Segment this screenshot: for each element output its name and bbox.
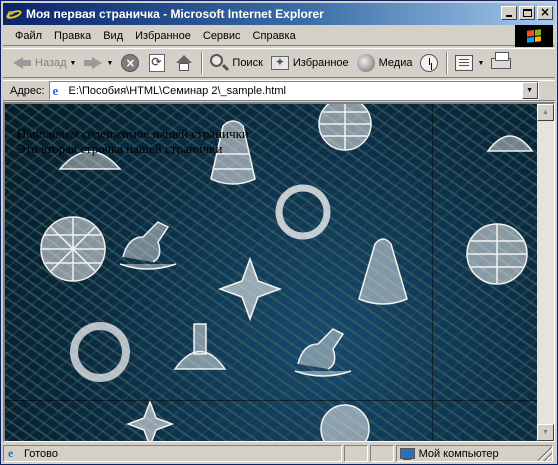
toolbar-separator bbox=[446, 52, 449, 74]
lace-star-ornament bbox=[217, 256, 283, 322]
stop-button[interactable]: × bbox=[117, 51, 143, 75]
address-label: Адрес: bbox=[10, 84, 45, 97]
scroll-down-button[interactable]: ▼ bbox=[537, 424, 554, 441]
lace-wreath-ornament bbox=[275, 184, 331, 240]
history-button[interactable] bbox=[416, 51, 442, 75]
zone-text: Мой компьютер bbox=[418, 447, 499, 460]
forward-arrow-icon bbox=[83, 53, 103, 73]
vertical-scrollbar[interactable]: ▲ ▼ bbox=[537, 104, 554, 441]
lace-ball-ornament bbox=[320, 404, 370, 441]
menu-edit[interactable]: Правка bbox=[48, 27, 97, 45]
page-line-2: Это вторая строчка нашей странички bbox=[17, 141, 223, 156]
menu-tools[interactable]: Сервис bbox=[197, 27, 247, 45]
minimize-icon bbox=[506, 15, 512, 17]
home-icon bbox=[174, 53, 194, 73]
stop-icon: × bbox=[120, 53, 140, 73]
media-button[interactable]: Медиа bbox=[353, 51, 416, 75]
close-icon: × bbox=[539, 5, 551, 19]
page-body-text: Наполняем содержимое нашей странички Это… bbox=[17, 126, 249, 156]
forward-dropdown-icon[interactable]: ▼ bbox=[106, 60, 113, 67]
title-bar[interactable]: e Моя первая страничка - Microsoft Inter… bbox=[3, 3, 555, 25]
search-label: Поиск bbox=[232, 57, 263, 69]
menu-bar: Файл Правка Вид Избранное Сервис Справка bbox=[3, 25, 555, 47]
lace-ball-ornament bbox=[466, 223, 528, 285]
favorites-icon bbox=[270, 53, 290, 73]
content-area: Наполняем содержимое нашей странички Это… bbox=[3, 102, 555, 442]
lace-candle-ornament bbox=[173, 323, 227, 370]
print-icon bbox=[491, 52, 512, 73]
favorites-label: Избранное bbox=[292, 57, 349, 69]
mail-icon bbox=[454, 53, 474, 73]
background-tile-seam bbox=[432, 104, 433, 441]
status-bar: e Готово Мой компьютер bbox=[3, 444, 555, 463]
page-view[interactable]: Наполняем содержимое нашей странички Это… bbox=[5, 104, 538, 441]
search-icon bbox=[209, 53, 229, 73]
lace-ball-ornament bbox=[40, 216, 106, 282]
toolbar: Назад ▼ ▼ × Поиск Избранное Медиа bbox=[3, 48, 555, 78]
address-dropdown-button[interactable]: ▼ bbox=[521, 82, 538, 99]
history-icon bbox=[419, 53, 439, 73]
lace-candle-ornament bbox=[486, 135, 534, 152]
maximize-button[interactable] bbox=[519, 6, 535, 20]
back-arrow-icon bbox=[12, 53, 32, 73]
lace-ball-ornament bbox=[318, 104, 372, 151]
refresh-icon bbox=[147, 53, 167, 73]
lace-wreath-ornament bbox=[70, 322, 130, 382]
lace-star-ornament bbox=[125, 399, 175, 441]
back-button[interactable]: Назад ▼ bbox=[9, 51, 79, 75]
page-done-icon: e bbox=[8, 445, 14, 460]
menu-favorites[interactable]: Избранное bbox=[129, 27, 197, 45]
mail-dropdown-icon[interactable]: ▼ bbox=[477, 60, 484, 67]
status-text: Готово bbox=[24, 447, 58, 460]
page-line-1: Наполняем содержимое нашей странички bbox=[17, 126, 249, 141]
scroll-up-button[interactable]: ▲ bbox=[537, 104, 554, 121]
media-icon bbox=[356, 53, 376, 73]
search-button[interactable]: Поиск bbox=[206, 51, 265, 75]
lace-horse-ornament bbox=[119, 221, 177, 270]
address-input[interactable]: e E:\Пособия\HTML\Семинар 2\_sample.html… bbox=[48, 81, 539, 100]
window-title: Моя первая страничка - Microsoft Interne… bbox=[26, 7, 324, 21]
page-icon: e bbox=[52, 82, 59, 98]
close-button[interactable]: × bbox=[537, 5, 553, 20]
back-label: Назад bbox=[35, 57, 67, 69]
forward-button[interactable]: ▼ bbox=[80, 51, 116, 75]
maximize-icon bbox=[523, 9, 532, 17]
status-panel bbox=[343, 445, 368, 462]
windows-logo bbox=[515, 25, 553, 47]
print-button[interactable] bbox=[488, 51, 514, 75]
menu-view[interactable]: Вид bbox=[97, 27, 129, 45]
security-zone-panel: Мой компьютер bbox=[395, 445, 553, 462]
lace-horse-ornament bbox=[294, 328, 352, 377]
refresh-button[interactable] bbox=[144, 51, 170, 75]
address-bar: Адрес: e E:\Пособия\HTML\Семинар 2\_samp… bbox=[3, 80, 555, 101]
ie-icon[interactable]: e bbox=[5, 6, 23, 22]
background-tile-seam bbox=[5, 400, 538, 401]
address-url[interactable]: E:\Пособия\HTML\Семинар 2\_sample.html bbox=[69, 85, 286, 97]
computer-icon bbox=[399, 447, 415, 461]
windows-flag-icon bbox=[527, 29, 541, 43]
status-text-panel: e Готово bbox=[3, 445, 342, 462]
mail-button[interactable]: ▼ bbox=[451, 51, 487, 75]
back-dropdown-icon[interactable]: ▼ bbox=[70, 60, 77, 67]
minimize-button[interactable] bbox=[501, 6, 517, 20]
ie-window: e Моя первая страничка - Microsoft Inter… bbox=[0, 0, 558, 465]
menu-help[interactable]: Справка bbox=[247, 27, 302, 45]
favorites-button[interactable]: Избранное bbox=[267, 51, 352, 75]
media-label: Медиа bbox=[378, 57, 413, 69]
resize-grip[interactable] bbox=[538, 446, 552, 461]
lace-bell-ornament bbox=[358, 238, 408, 305]
status-panel bbox=[369, 445, 394, 462]
home-button[interactable] bbox=[171, 51, 197, 75]
menu-file[interactable]: Файл bbox=[9, 27, 48, 45]
toolbar-separator bbox=[201, 52, 204, 74]
